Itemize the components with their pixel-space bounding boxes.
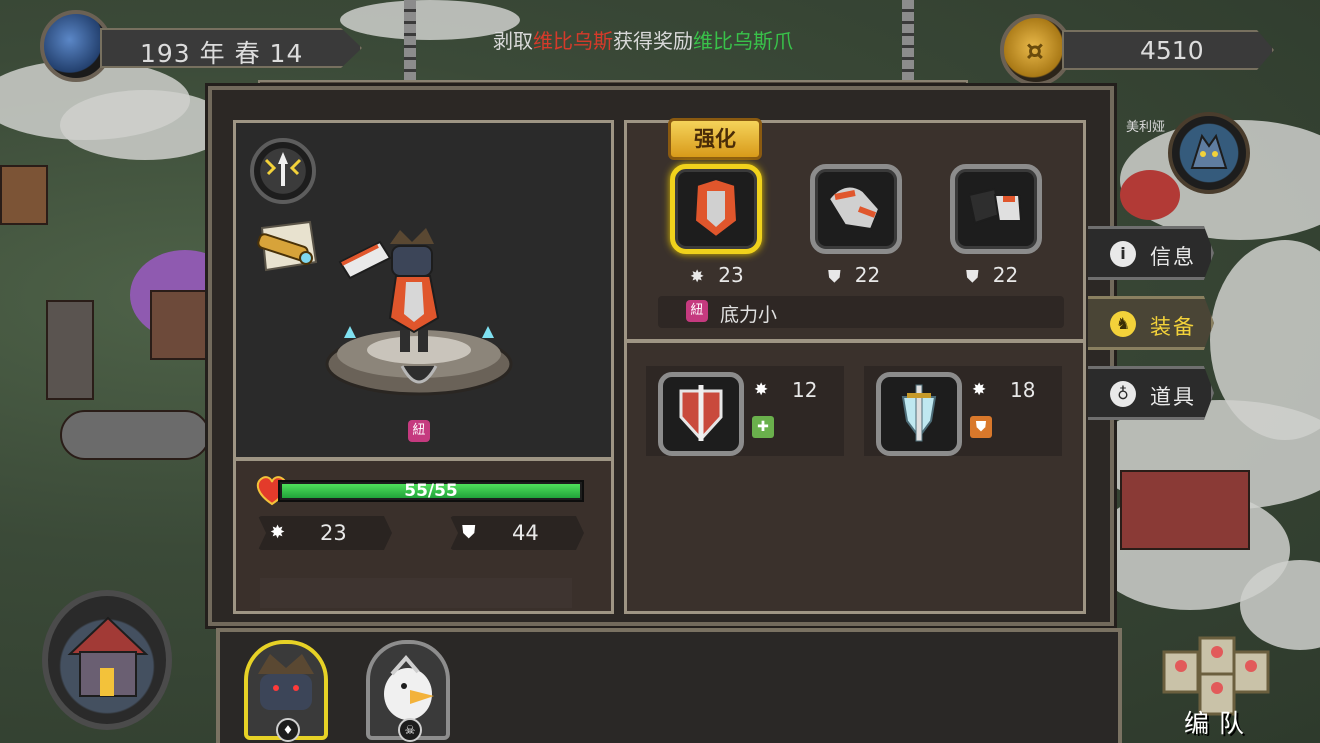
defense-icon: ⛊ <box>966 267 979 287</box>
notice-middle: 获得奖励 <box>613 29 693 53</box>
attack-icon: ✸ <box>690 267 705 287</box>
tab-items[interactable]: ♁ 道具 <box>1088 366 1214 420</box>
lightning-sword-icon[interactable] <box>250 138 316 204</box>
slot-stat-3: ⛊ 22 <box>966 263 1018 287</box>
potion-icon: ♁ <box>1110 381 1136 407</box>
attack-icon: ✸ <box>754 380 769 400</box>
shield-role-icon: ♦ <box>276 718 300 742</box>
defense-icon: ⛊ <box>462 522 476 543</box>
attack-value: 23 <box>320 521 347 545</box>
date-display: 193 年 春 14 <box>40 10 362 82</box>
gauntlet-icon <box>827 185 881 231</box>
info-icon: i <box>1110 241 1136 267</box>
gold-coin-icon: ¤ <box>1000 14 1072 86</box>
unit-card-bird[interactable]: ☠ <box>366 640 450 742</box>
hero-avatar[interactable] <box>1168 112 1250 194</box>
team-formation-button[interactable]: 编队 <box>1160 634 1274 738</box>
trait-badge-icon: 紐 <box>408 420 430 442</box>
attack-icon: ✸ <box>270 522 286 543</box>
reward-notice: 剥取维比乌斯获得奖励维比乌斯爪 <box>493 26 833 56</box>
slot-stat-2: ⛊ 22 <box>828 263 880 287</box>
inventory-item-shield[interactable]: ✸ 12 ✚ <box>646 366 844 456</box>
tab-info-label: 信息 <box>1150 245 1196 269</box>
slot-value-2: 22 <box>854 263 881 287</box>
slot-value-3: 22 <box>992 263 1019 287</box>
trait-badge-icon: 紐 <box>686 300 708 322</box>
tab-items-label: 道具 <box>1150 385 1196 409</box>
item-type-icon-2: ⛊ <box>970 416 992 438</box>
helmet-icon: ♞ <box>1110 311 1136 337</box>
skill-description-area <box>260 578 572 608</box>
enhance-button[interactable]: 强化 <box>668 118 762 160</box>
tab-equipment[interactable]: ♞ 装备 <box>1088 296 1214 350</box>
hp-bar: 55/55 <box>278 480 584 502</box>
slot-value-1: 23 <box>718 263 744 287</box>
unit-roster-bar <box>216 628 1122 743</box>
item-value-2: 18 <box>1010 378 1036 402</box>
wolf-portrait-icon <box>1190 133 1228 169</box>
attack-icon: ✸ <box>972 380 987 400</box>
item-value-1: 12 <box>792 378 818 402</box>
chain-decoration <box>902 0 914 80</box>
telescope-map-icon[interactable] <box>252 218 322 278</box>
attack-stat: ✸ 23 <box>258 516 392 550</box>
shield-icon <box>658 372 744 456</box>
hp-text: 55/55 <box>404 481 458 501</box>
date-text: 193 年 春 14 <box>140 39 304 68</box>
gold-display[interactable]: ¤ 4510 <box>1000 14 1280 86</box>
hero-figure <box>330 222 480 362</box>
defense-value: 44 <box>512 521 539 545</box>
equipment-slot-boots[interactable] <box>950 164 1042 254</box>
skull-role-icon: ☠ <box>398 718 422 742</box>
house-icon <box>67 616 149 697</box>
hero-name: 美利娅 <box>1126 120 1166 135</box>
town-button[interactable] <box>42 590 172 730</box>
inventory-item-sword[interactable]: ✸ 18 ⛊ <box>864 366 1062 456</box>
sword-icon <box>876 372 962 456</box>
tab-info[interactable]: i 信息 <box>1088 226 1214 280</box>
notice-reward: 维比乌斯爪 <box>693 29 793 53</box>
equipment-slot-gauntlet[interactable] <box>810 164 902 254</box>
team-button-label: 编队 <box>1184 709 1255 738</box>
tab-equipment-label: 装备 <box>1150 315 1196 339</box>
defense-stat: ⛊ 44 <box>450 516 584 550</box>
trait-row[interactable]: 紐 底力小 <box>658 296 1064 328</box>
defense-icon: ⛊ <box>828 267 841 287</box>
notice-target: 维比乌斯 <box>533 29 613 53</box>
boots-icon <box>967 187 1023 225</box>
chain-decoration <box>404 0 416 80</box>
gold-amount: 4510 <box>1140 36 1204 65</box>
equipment-slot-armor[interactable] <box>670 164 762 254</box>
item-type-icon-1: ✚ <box>752 416 774 438</box>
armor-icon <box>693 177 739 239</box>
unit-card-knight[interactable]: ♦ <box>244 640 328 742</box>
trait-text: 底力小 <box>720 304 778 326</box>
slot-stat-1: ✸ 23 <box>690 263 744 287</box>
notice-prefix: 剥取 <box>493 29 533 53</box>
